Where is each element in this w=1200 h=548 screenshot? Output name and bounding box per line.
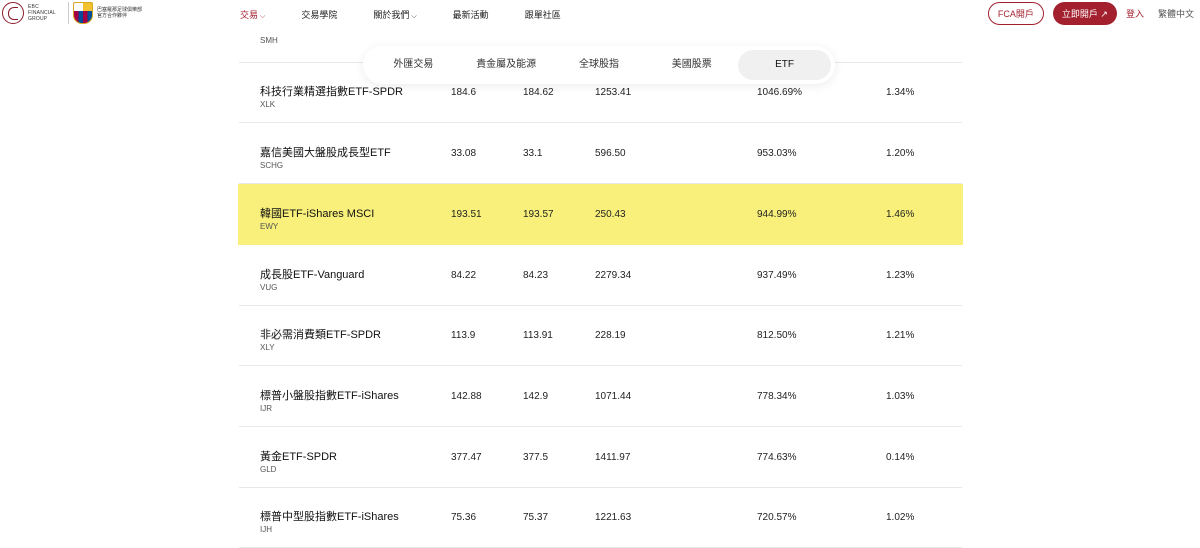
- logo-group[interactable]: EBC FINANCIAL GROUP 巴塞羅那足球俱樂部官方合作夥伴: [2, 2, 145, 24]
- instrument-code: SCHG: [260, 161, 284, 170]
- table-row[interactable]: 嘉信美國大盤股成長型ETF SCHG 33.08 33.1 596.50 953…: [239, 123, 962, 184]
- table-row[interactable]: 標普中型股指數ETF-iShares IJH 75.36 75.37 1221.…: [239, 487, 962, 548]
- instrument-code: XLY: [260, 343, 275, 352]
- cell-value: 1.20%: [886, 148, 915, 159]
- fc-barcelona-crest-icon: [73, 2, 93, 24]
- cell-value: 1.03%: [886, 391, 915, 402]
- nav-label: 交易學院: [301, 10, 338, 20]
- tab-metals-energy[interactable]: 貴金屬及能源: [460, 50, 553, 80]
- main-nav: 交易 ⌵ 交易學院 關於我們 ⌵ 最新活動 跟單社區: [240, 8, 597, 21]
- cell-value: 33.1: [523, 148, 543, 159]
- site-header: EBC FINANCIAL GROUP 巴塞羅那足球俱樂部官方合作夥伴 交易 ⌵ …: [0, 0, 1200, 28]
- cell-value: 377.47: [451, 452, 482, 463]
- cell-value: 75.36: [451, 512, 477, 523]
- header-actions: FCA開戶 立即開戶 ↗ 登入 繁體中文: [987, 2, 1194, 25]
- cell-value: 142.88: [451, 391, 482, 402]
- cell-value: 720.57%: [757, 512, 797, 523]
- table-row[interactable]: 標普小盤股指數ETF-iShares IJR 142.88 142.9 1071…: [239, 366, 962, 427]
- language-selector[interactable]: 繁體中文: [1158, 7, 1194, 20]
- nav-item-about[interactable]: 關於我們 ⌵: [373, 8, 416, 21]
- instrument-name: 標普小盤股指數ETF-iShares: [260, 390, 399, 402]
- tab-etf[interactable]: ETF: [738, 50, 831, 80]
- cell-value: 184.6: [451, 87, 477, 98]
- nav-label: 跟單社區: [524, 10, 561, 20]
- partner-text: 巴塞羅那足球俱樂部官方合作夥伴: [97, 7, 143, 19]
- tab-forex[interactable]: 外匯交易: [367, 50, 460, 80]
- cell-value: 778.34%: [757, 391, 797, 402]
- cell-value: 142.9: [523, 391, 549, 402]
- tab-us-stocks[interactable]: 美國股票: [645, 50, 738, 80]
- cell-value: 1221.63: [595, 512, 632, 523]
- cell-value: 1.23%: [886, 270, 915, 281]
- cell-value: 1.46%: [886, 209, 915, 220]
- cell-value: 1071.44: [595, 391, 632, 402]
- table-row[interactable]: 黃金ETF-SPDR GLD 377.47 377.5 1411.97 774.…: [239, 427, 962, 488]
- cell-value: 944.99%: [757, 209, 797, 220]
- fca-account-button[interactable]: FCA開戶: [987, 2, 1044, 25]
- cell-value: 193.51: [451, 209, 482, 220]
- cell-value: 1046.69%: [757, 87, 803, 98]
- cell-value: 2279.34: [595, 270, 632, 281]
- instrument-name: 成長股ETF-Vanguard: [260, 269, 365, 281]
- cell-value: 184.62: [523, 87, 554, 98]
- cell-value: 0.14%: [886, 452, 915, 463]
- cell-value: 1411.97: [595, 452, 631, 463]
- instrument-code: XLK: [260, 100, 276, 109]
- cell-value: 228.19: [595, 330, 626, 341]
- login-link[interactable]: 登入: [1126, 7, 1144, 20]
- open-account-button[interactable]: 立即開戶 ↗: [1052, 2, 1117, 25]
- nav-item-copy-trading[interactable]: 跟單社區: [525, 8, 561, 21]
- chevron-down-icon: ⌵: [411, 13, 417, 20]
- cell-value: 812.50%: [757, 330, 797, 341]
- instrument-name: 科技行業精選指數ETF-SPDR: [260, 86, 403, 98]
- cell-value: 1253.41: [595, 87, 632, 98]
- instrument-code: IJR: [260, 404, 272, 413]
- cell-value: 953.03%: [757, 148, 797, 159]
- cell-value: 75.37: [523, 512, 549, 523]
- tab-global-indices[interactable]: 全球股指: [553, 50, 646, 80]
- cell-value: 33.08: [451, 148, 477, 159]
- cell-value: 937.49%: [757, 270, 797, 281]
- cell-value: 113.9: [451, 330, 476, 341]
- nav-item-trading[interactable]: 交易 ⌵: [240, 8, 265, 21]
- cell-value: 596.50: [595, 148, 626, 159]
- instrument-code: IJH: [260, 525, 272, 534]
- instrument-code: GLD: [260, 465, 277, 474]
- nav-label: 最新活動: [452, 10, 489, 20]
- cell-value: 1.21%: [886, 330, 915, 341]
- nav-item-events[interactable]: 最新活動: [453, 8, 489, 21]
- cell-value: 250.43: [595, 209, 626, 220]
- category-tabs: 外匯交易 貴金屬及能源 全球股指 美國股票 ETF: [363, 46, 835, 84]
- cell-value: 113.91: [523, 330, 553, 341]
- partial-row-code: SMH: [260, 36, 278, 45]
- instrument-code: VUG: [260, 283, 278, 292]
- instrument-name: 非必需消費類ETF-SPDR: [260, 329, 381, 341]
- nav-label: 關於我們: [373, 10, 410, 20]
- nav-item-academy[interactable]: 交易學院: [301, 8, 337, 21]
- instrument-name: 黃金ETF-SPDR: [260, 451, 337, 463]
- cell-value: 774.63%: [757, 452, 797, 463]
- cell-value: 84.23: [523, 270, 549, 281]
- cell-value: 1.02%: [886, 512, 915, 523]
- ebc-logo-icon: [2, 2, 24, 24]
- table-row-highlighted[interactable]: 韓國ETF-iShares MSCI EWY 193.51 193.57 250…: [238, 184, 963, 245]
- logo-divider: [68, 2, 69, 24]
- nav-label: 交易: [240, 10, 259, 20]
- table-row[interactable]: 非必需消費類ETF-SPDR XLY 113.9 113.91 228.19 8…: [239, 305, 962, 366]
- instrument-code: EWY: [260, 222, 279, 231]
- logo-text: EBC FINANCIAL GROUP: [28, 4, 56, 22]
- instrument-name: 韓國ETF-iShares MSCI: [260, 208, 375, 220]
- cell-value: 84.22: [451, 270, 477, 281]
- chevron-down-icon: ⌵: [260, 13, 266, 20]
- cell-value: 1.34%: [886, 87, 915, 98]
- instrument-name: 標普中型股指數ETF-iShares: [260, 511, 399, 523]
- cell-value: 193.57: [523, 209, 554, 220]
- instrument-name: 嘉信美國大盤股成長型ETF: [260, 147, 391, 159]
- cell-value: 377.5: [523, 452, 549, 463]
- table-row[interactable]: 成長股ETF-Vanguard VUG 84.22 84.23 2279.34 …: [239, 245, 962, 306]
